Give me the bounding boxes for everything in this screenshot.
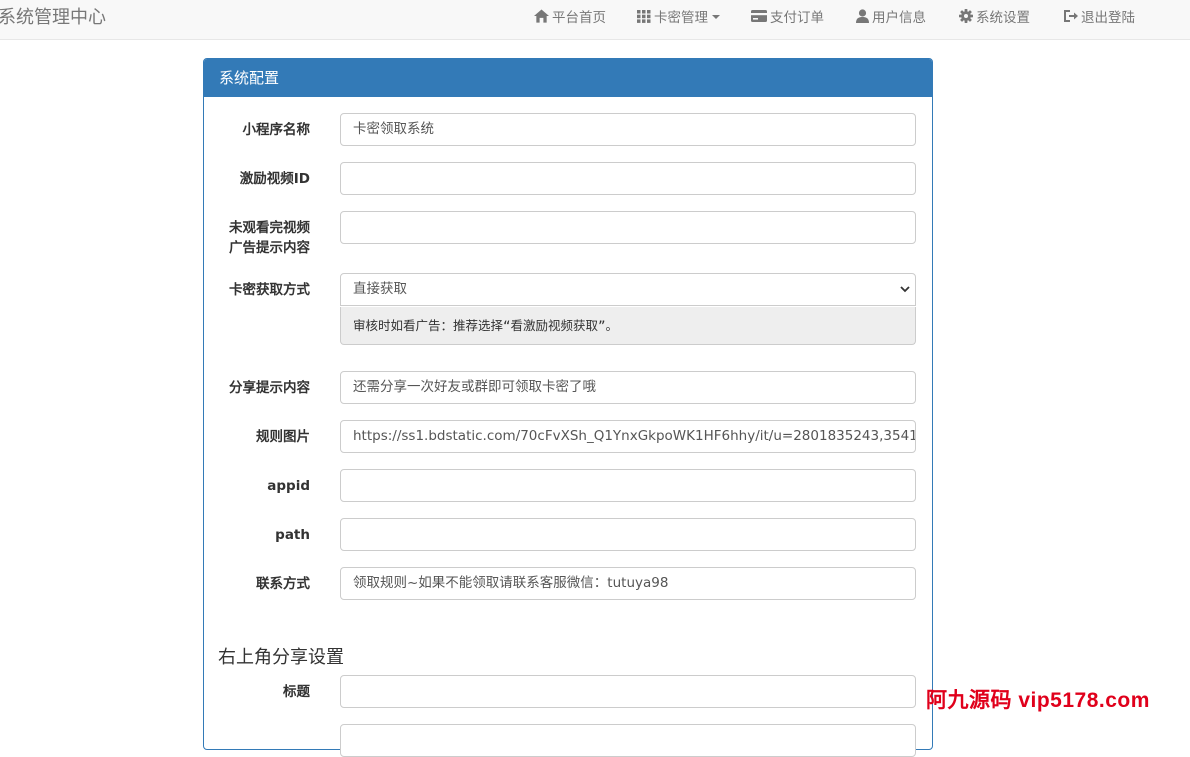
system-config-panel: 系统配置 小程序名称 卡密领取系统 激励视频ID 未观看完视频 广告提示内容 卡… bbox=[203, 58, 933, 757]
nav-user-info[interactable]: 用户信息 bbox=[856, 6, 926, 26]
share-settings-heading: 右上角分享设置 bbox=[218, 647, 344, 668]
rule-image-input[interactable]: https://ss1.bdstatic.com/70cFvXSh_Q1YnxG… bbox=[340, 420, 916, 453]
nav-home-label: 平台首页 bbox=[552, 10, 606, 26]
nav-system-settings-label: 系统设置 bbox=[976, 10, 1030, 26]
top-navbar: 系统管理中心 平台首页 卡密管理 支付订单 用户信息 系统设置 退出登陆 bbox=[0, 0, 1190, 40]
path-label: path bbox=[275, 527, 310, 543]
video-id-input[interactable] bbox=[340, 162, 916, 195]
logout-icon bbox=[1064, 10, 1078, 22]
share-tip-input[interactable]: 还需分享一次好友或群即可领取卡密了哦 bbox=[340, 371, 916, 404]
nav-logout[interactable]: 退出登陆 bbox=[1063, 6, 1135, 26]
video-id-label: 激励视频ID bbox=[239, 171, 310, 187]
home-icon bbox=[534, 9, 549, 23]
appid-label: appid bbox=[267, 478, 310, 494]
contact-input[interactable]: 领取规则~如果不能领取请联系客服微信：tutuya98 bbox=[340, 567, 916, 600]
path-input[interactable] bbox=[340, 518, 916, 551]
app-name-input[interactable]: 卡密领取系统 bbox=[340, 113, 916, 146]
gear-icon bbox=[959, 9, 973, 23]
grid-icon bbox=[637, 9, 651, 23]
fetch-mode-label: 卡密获取方式 bbox=[229, 282, 310, 298]
rule-image-label: 规则图片 bbox=[256, 429, 310, 445]
watermark-text: 阿九源码 vip5178.com bbox=[926, 689, 1150, 712]
not-watched-tip-input[interactable] bbox=[340, 211, 916, 244]
not-watched-tip-label-line1: 未观看完视频 bbox=[229, 220, 310, 236]
nav-home[interactable]: 平台首页 bbox=[534, 6, 606, 26]
not-watched-tip-label: 未观看完视频 广告提示内容 bbox=[204, 218, 310, 258]
nav-payment-orders-label: 支付订单 bbox=[770, 10, 824, 26]
contact-label: 联系方式 bbox=[256, 576, 310, 592]
nav-payment-orders[interactable]: 支付订单 bbox=[751, 6, 824, 26]
nav-system-settings[interactable]: 系统设置 bbox=[959, 6, 1030, 26]
app-name-label: 小程序名称 bbox=[242, 122, 311, 138]
user-icon bbox=[856, 9, 869, 23]
credit-card-icon bbox=[751, 10, 767, 22]
chevron-down-icon bbox=[900, 286, 910, 293]
fetch-mode-help: 审核时如看广告：推荐选择“看激励视频获取”。 bbox=[340, 307, 916, 345]
share-tip-label: 分享提示内容 bbox=[229, 380, 310, 396]
nav-logout-label: 退出登陆 bbox=[1081, 10, 1135, 26]
nav-card-management[interactable]: 卡密管理 bbox=[637, 6, 720, 26]
fetch-mode-select[interactable]: 直接获取 bbox=[340, 273, 916, 306]
nav-card-management-label: 卡密管理 bbox=[654, 10, 708, 26]
not-watched-tip-label-line2: 广告提示内容 bbox=[229, 240, 310, 256]
fetch-mode-selected: 直接获取 bbox=[353, 281, 407, 297]
panel-title: 系统配置 bbox=[204, 59, 932, 97]
appid-input[interactable] bbox=[340, 469, 916, 502]
share-title-input[interactable] bbox=[340, 675, 916, 708]
nav-user-info-label: 用户信息 bbox=[872, 10, 926, 26]
chevron-down-icon bbox=[712, 15, 720, 19]
share-next-input[interactable] bbox=[340, 724, 916, 757]
share-title-label: 标题 bbox=[283, 684, 310, 700]
brand-title[interactable]: 系统管理中心 bbox=[0, 3, 106, 29]
